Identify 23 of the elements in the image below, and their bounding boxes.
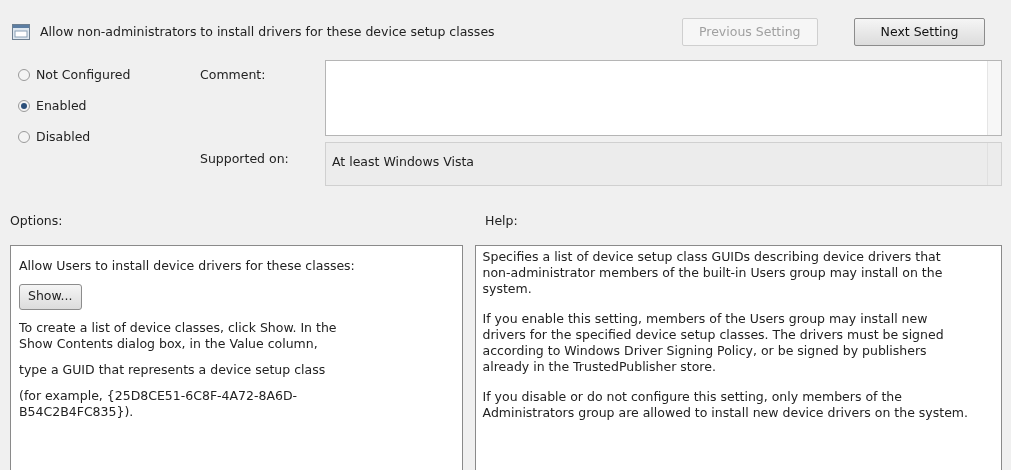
radio-button[interactable] <box>18 69 30 82</box>
comment-label: Comment: <box>200 66 267 84</box>
comment-field[interactable] <box>325 60 1002 136</box>
help-text: Specifies a list of device setup class GUIDs describing device drivers that non-administrator members of the built-in Users group may install on the system. <box>482 248 944 297</box>
radio-label: Not Configured <box>36 66 131 84</box>
show-button[interactable]: Show... <box>19 283 82 310</box>
radio-label: Disabled <box>36 127 91 146</box>
option-text: To create a list of device classes, click Show. In the Show Contents dialog box, in the Value column, <box>19 319 338 352</box>
supported-on-label: Supported on: <box>200 150 290 168</box>
supported-on-value: At least Windows Vista <box>331 153 474 171</box>
help-text: If you enable this setting, members of the Users group may install new drivers for the specified device setup classes. The drivers must be signed according to Windows Driver Signing Policy, or be signed by publishers already in the TrustedPublisher store. <box>482 310 945 375</box>
policy-setting-icon <box>12 24 30 40</box>
radio-button[interactable] <box>18 130 30 143</box>
option-text: Allow Users to install device drivers for these classes: <box>19 257 356 274</box>
options-label: Options: <box>10 212 64 230</box>
option-text: (for example, {25D8CE51-6C8F-4A72-8A6D-B54C2B4FC835}). <box>19 387 299 420</box>
radio-button[interactable] <box>18 100 30 113</box>
next-setting-button[interactable]: Next Setting <box>853 18 986 46</box>
radio-label: Enabled <box>36 96 87 115</box>
option-text: type a GUID that represents a device setup class <box>19 361 327 378</box>
help-text: If you disable or do not configure this setting, only members of the Administrators group are allowed to install new device drivers on the system. <box>482 388 969 421</box>
help-label: Help: <box>485 212 518 230</box>
setting-title: Allow non-administrators to install drivers for these device setup classes <box>40 22 496 41</box>
